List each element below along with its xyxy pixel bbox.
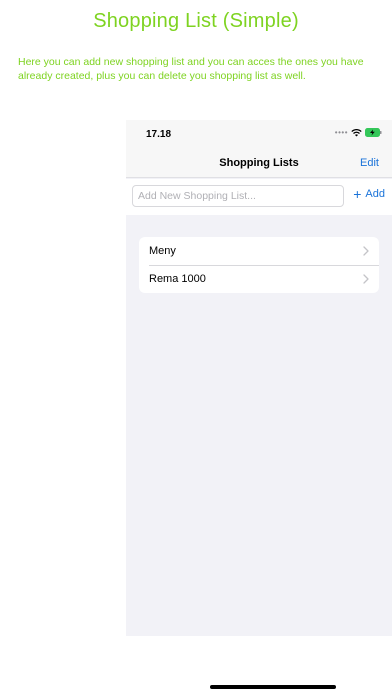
add-list-row: + Add: [126, 179, 392, 215]
wifi-icon: [351, 128, 362, 136]
phone-screen: 17.18 •••• Shopping Lists Edit + Add: [126, 120, 392, 636]
battery-charging-icon: [365, 128, 382, 137]
add-button-label: Add: [365, 188, 385, 200]
list-item[interactable]: Rema 1000: [139, 265, 379, 293]
cellular-dots-icon: ••••: [334, 128, 348, 137]
status-icons: ••••: [335, 128, 382, 137]
shopping-lists: Meny Rema 1000: [139, 237, 379, 293]
list-item-label: Rema 1000: [149, 273, 206, 285]
add-button[interactable]: + Add: [353, 186, 385, 202]
promo-description: Here you can add new shopping list and y…: [18, 56, 364, 82]
status-bar: 17.18 ••••: [126, 120, 392, 148]
chevron-right-icon: [363, 246, 369, 256]
new-list-input[interactable]: [132, 185, 344, 207]
chevron-right-icon: [363, 274, 369, 284]
plus-icon: +: [353, 186, 362, 202]
promo-title: Shopping List (Simple): [93, 10, 299, 32]
list-item[interactable]: Meny: [139, 237, 379, 265]
navigation-bar: Shopping Lists Edit: [126, 148, 392, 178]
list-item-label: Meny: [149, 245, 176, 257]
home-indicator: [210, 685, 336, 689]
edit-button[interactable]: Edit: [360, 157, 379, 169]
page-title: Shopping Lists: [219, 157, 299, 169]
status-time: 17.18: [146, 129, 172, 140]
